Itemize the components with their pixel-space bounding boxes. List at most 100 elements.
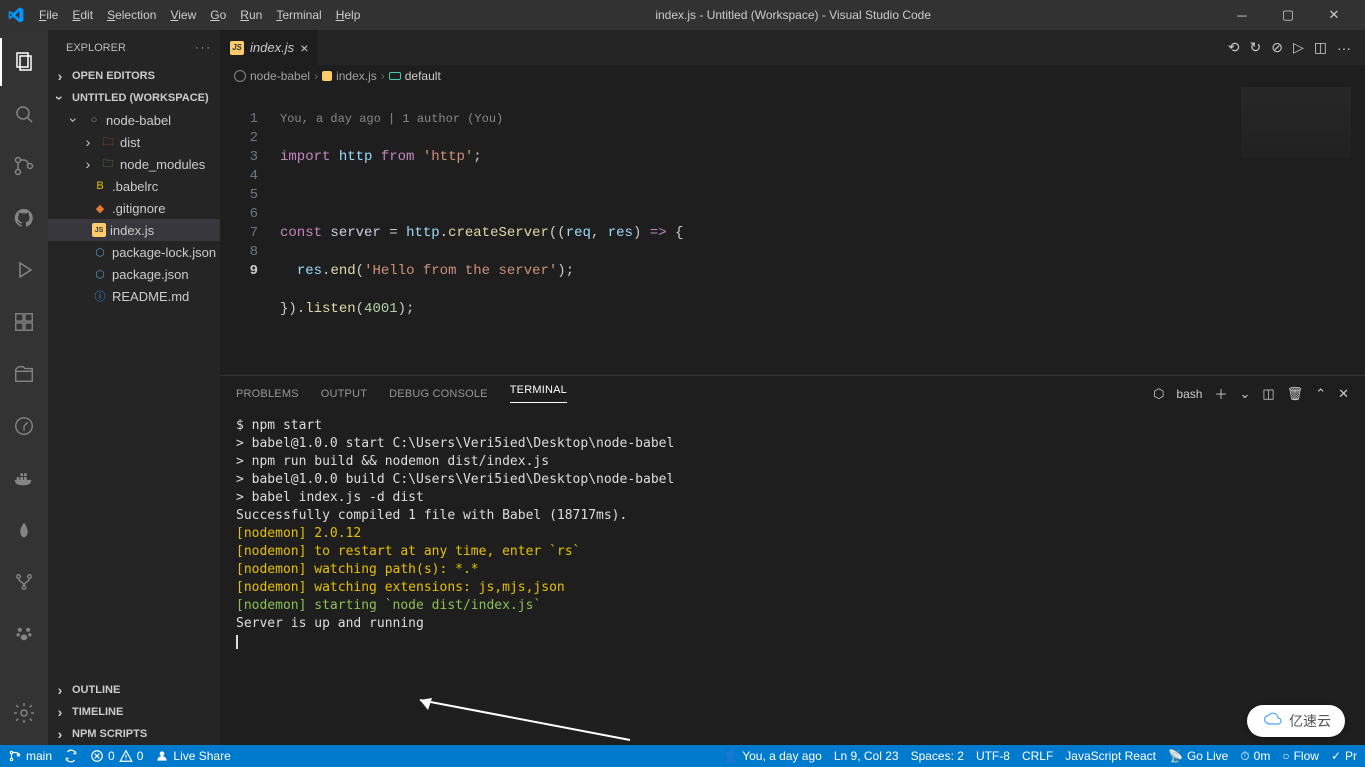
more-icon[interactable]: ··· [195, 42, 212, 54]
status-eol[interactable]: CRLF [1022, 749, 1053, 763]
github-icon[interactable] [0, 194, 48, 242]
section-outline[interactable]: ›OUTLINE [48, 679, 220, 701]
terminal-actions: ⬡ bash ＋ ⌄ ◫ 🗑 ⌃ ✕ [1153, 384, 1349, 403]
tree-file--babelrc[interactable]: B.babelrc [48, 175, 220, 197]
mongodb-icon[interactable] [0, 506, 48, 554]
shell-name[interactable]: bash [1176, 387, 1202, 401]
status-liveshare[interactable]: Live Share [155, 749, 230, 763]
menu-go[interactable]: Go [203, 4, 233, 26]
close-tab-icon[interactable]: × [300, 40, 308, 56]
menu-edit[interactable]: Edit [65, 4, 100, 26]
explorer-icon[interactable] [0, 38, 48, 86]
status-encoding[interactable]: UTF-8 [976, 749, 1010, 763]
terminal-content[interactable]: $ npm start> babel@1.0.0 start C:\Users\… [220, 411, 1365, 745]
maximize-button[interactable]: ▢ [1265, 0, 1311, 30]
tree-file--gitignore[interactable]: ◆.gitignore [48, 197, 220, 219]
code-editor[interactable]: 123456789 You, a day ago | 1 author (You… [220, 87, 1365, 375]
status-spaces[interactable]: Spaces: 2 [911, 749, 964, 763]
js-icon: JS [230, 41, 244, 55]
split-terminal-icon[interactable]: ◫ [1262, 386, 1274, 402]
tree-folder-node_modules[interactable]: ›🗀node_modules [48, 153, 220, 175]
git-sync-icon[interactable]: ⊘ [1271, 39, 1283, 56]
dropdown-icon[interactable]: ⌄ [1239, 386, 1250, 402]
close-panel-icon[interactable]: ✕ [1338, 386, 1349, 402]
status-blame[interactable]: 👤 You, a day ago [723, 749, 822, 763]
section-open-editors[interactable]: › OPEN EDITORS [48, 65, 220, 87]
extensions-icon[interactable] [0, 298, 48, 346]
tree-folder-dist[interactable]: ›🗀dist [48, 131, 220, 153]
tab-indexjs[interactable]: JS index.js × [220, 30, 319, 65]
chevron-down-icon: › [52, 90, 68, 106]
tab-terminal[interactable]: TERMINAL [510, 384, 567, 403]
search-icon[interactable] [0, 90, 48, 138]
tree-file-index-js[interactable]: JSindex.js [48, 219, 220, 241]
source-control-icon[interactable] [0, 142, 48, 190]
git-graph-icon[interactable] [0, 558, 48, 606]
status-errors[interactable]: 0 0 [90, 749, 143, 763]
maximize-panel-icon[interactable]: ⌃ [1315, 386, 1326, 402]
menu-file[interactable]: File [32, 4, 65, 26]
menubar: FileEditSelectionViewGoRunTerminalHelp [32, 4, 367, 26]
status-branch[interactable]: main [8, 749, 52, 763]
debug-icon[interactable] [0, 246, 48, 294]
tab-problems[interactable]: PROBLEMS [236, 388, 299, 400]
menu-run[interactable]: Run [233, 4, 269, 26]
minimize-button[interactable]: ─ [1219, 0, 1265, 30]
section-timeline[interactable]: ›TIMELINE [48, 701, 220, 723]
file-explorer-icon[interactable] [0, 350, 48, 398]
bc-symbol[interactable]: default [405, 69, 441, 83]
watermark: 亿速云 [1247, 705, 1345, 737]
bc-folder[interactable]: node-babel [250, 69, 310, 83]
panel-tabs: PROBLEMS OUTPUT DEBUG CONSOLE TERMINAL ⬡… [220, 376, 1365, 411]
section-workspace[interactable]: › UNTITLED (WORKSPACE) [48, 87, 220, 109]
paw-icon[interactable] [0, 610, 48, 658]
split-editor-icon[interactable]: ◫ [1314, 39, 1327, 56]
menu-terminal[interactable]: Terminal [269, 4, 328, 26]
close-button[interactable]: ✕ [1311, 0, 1357, 30]
status-cursor[interactable]: Ln 9, Col 23 [834, 749, 899, 763]
status-golive[interactable]: 📡 Go Live [1168, 749, 1228, 763]
minimap[interactable] [1241, 87, 1351, 375]
docker-icon[interactable] [0, 454, 48, 502]
status-language[interactable]: JavaScript React [1065, 749, 1156, 763]
status-timer[interactable]: ⏱ 0m [1240, 749, 1270, 764]
tree-root[interactable]: ›○node-babel [48, 109, 220, 131]
gutter: 123456789 [220, 87, 280, 375]
breadcrumb[interactable]: node-babel › index.js › default [220, 65, 1365, 87]
tree-file-package-lock-json[interactable]: ⬡package-lock.json [48, 241, 220, 263]
status-sync[interactable] [64, 749, 78, 763]
tab-debug-console[interactable]: DEBUG CONSOLE [389, 388, 488, 400]
code-lens[interactable]: You, a day ago | 1 author (You) [280, 110, 1365, 129]
play-icon[interactable]: ▷ [1293, 39, 1304, 56]
shell-icon: ⬡ [1153, 386, 1164, 402]
new-terminal-icon[interactable]: ＋ [1214, 384, 1227, 403]
editor-actions: ⟲ ↻ ⊘ ▷ ◫ ··· [1222, 30, 1357, 65]
menu-selection[interactable]: Selection [100, 4, 163, 26]
settings-gear-icon[interactable] [0, 689, 48, 737]
section-npm-scripts[interactable]: ›NPM SCRIPTS [48, 723, 220, 745]
sidebar: EXPLORER ··· › OPEN EDITORS › UNTITLED (… [48, 30, 220, 745]
js-icon [322, 71, 332, 81]
bc-file[interactable]: index.js [336, 69, 377, 83]
more-actions-icon[interactable]: ··· [1337, 40, 1351, 56]
git-compare-icon[interactable]: ⟲ [1228, 39, 1240, 56]
vscode-logo-icon [8, 7, 24, 23]
gauge-icon[interactable] [0, 402, 48, 450]
record-icon [234, 70, 246, 82]
status-flow[interactable]: ○ Flow [1282, 749, 1319, 763]
menu-view[interactable]: View [163, 4, 203, 26]
status-bar: main 0 0 Live Share 👤 You, a day ago Ln … [0, 745, 1365, 767]
status-prettier[interactable]: ✓ Pr [1331, 749, 1357, 763]
window-controls: ─ ▢ ✕ [1219, 0, 1357, 30]
menu-help[interactable]: Help [329, 4, 368, 26]
tab-output[interactable]: OUTPUT [321, 388, 367, 400]
tab-label: index.js [250, 40, 294, 55]
symbol-icon [389, 72, 401, 80]
code-lines[interactable]: You, a day ago | 1 author (You) import h… [280, 87, 1365, 375]
chevron-right-icon: › [52, 68, 68, 84]
tree-file-package-json[interactable]: ⬡package.json [48, 263, 220, 285]
tree-file-README-md[interactable]: ⓘREADME.md [48, 285, 220, 307]
refresh-icon[interactable]: ↻ [1250, 39, 1262, 56]
activity-bar [0, 30, 48, 745]
trash-icon[interactable]: 🗑 [1287, 386, 1304, 402]
